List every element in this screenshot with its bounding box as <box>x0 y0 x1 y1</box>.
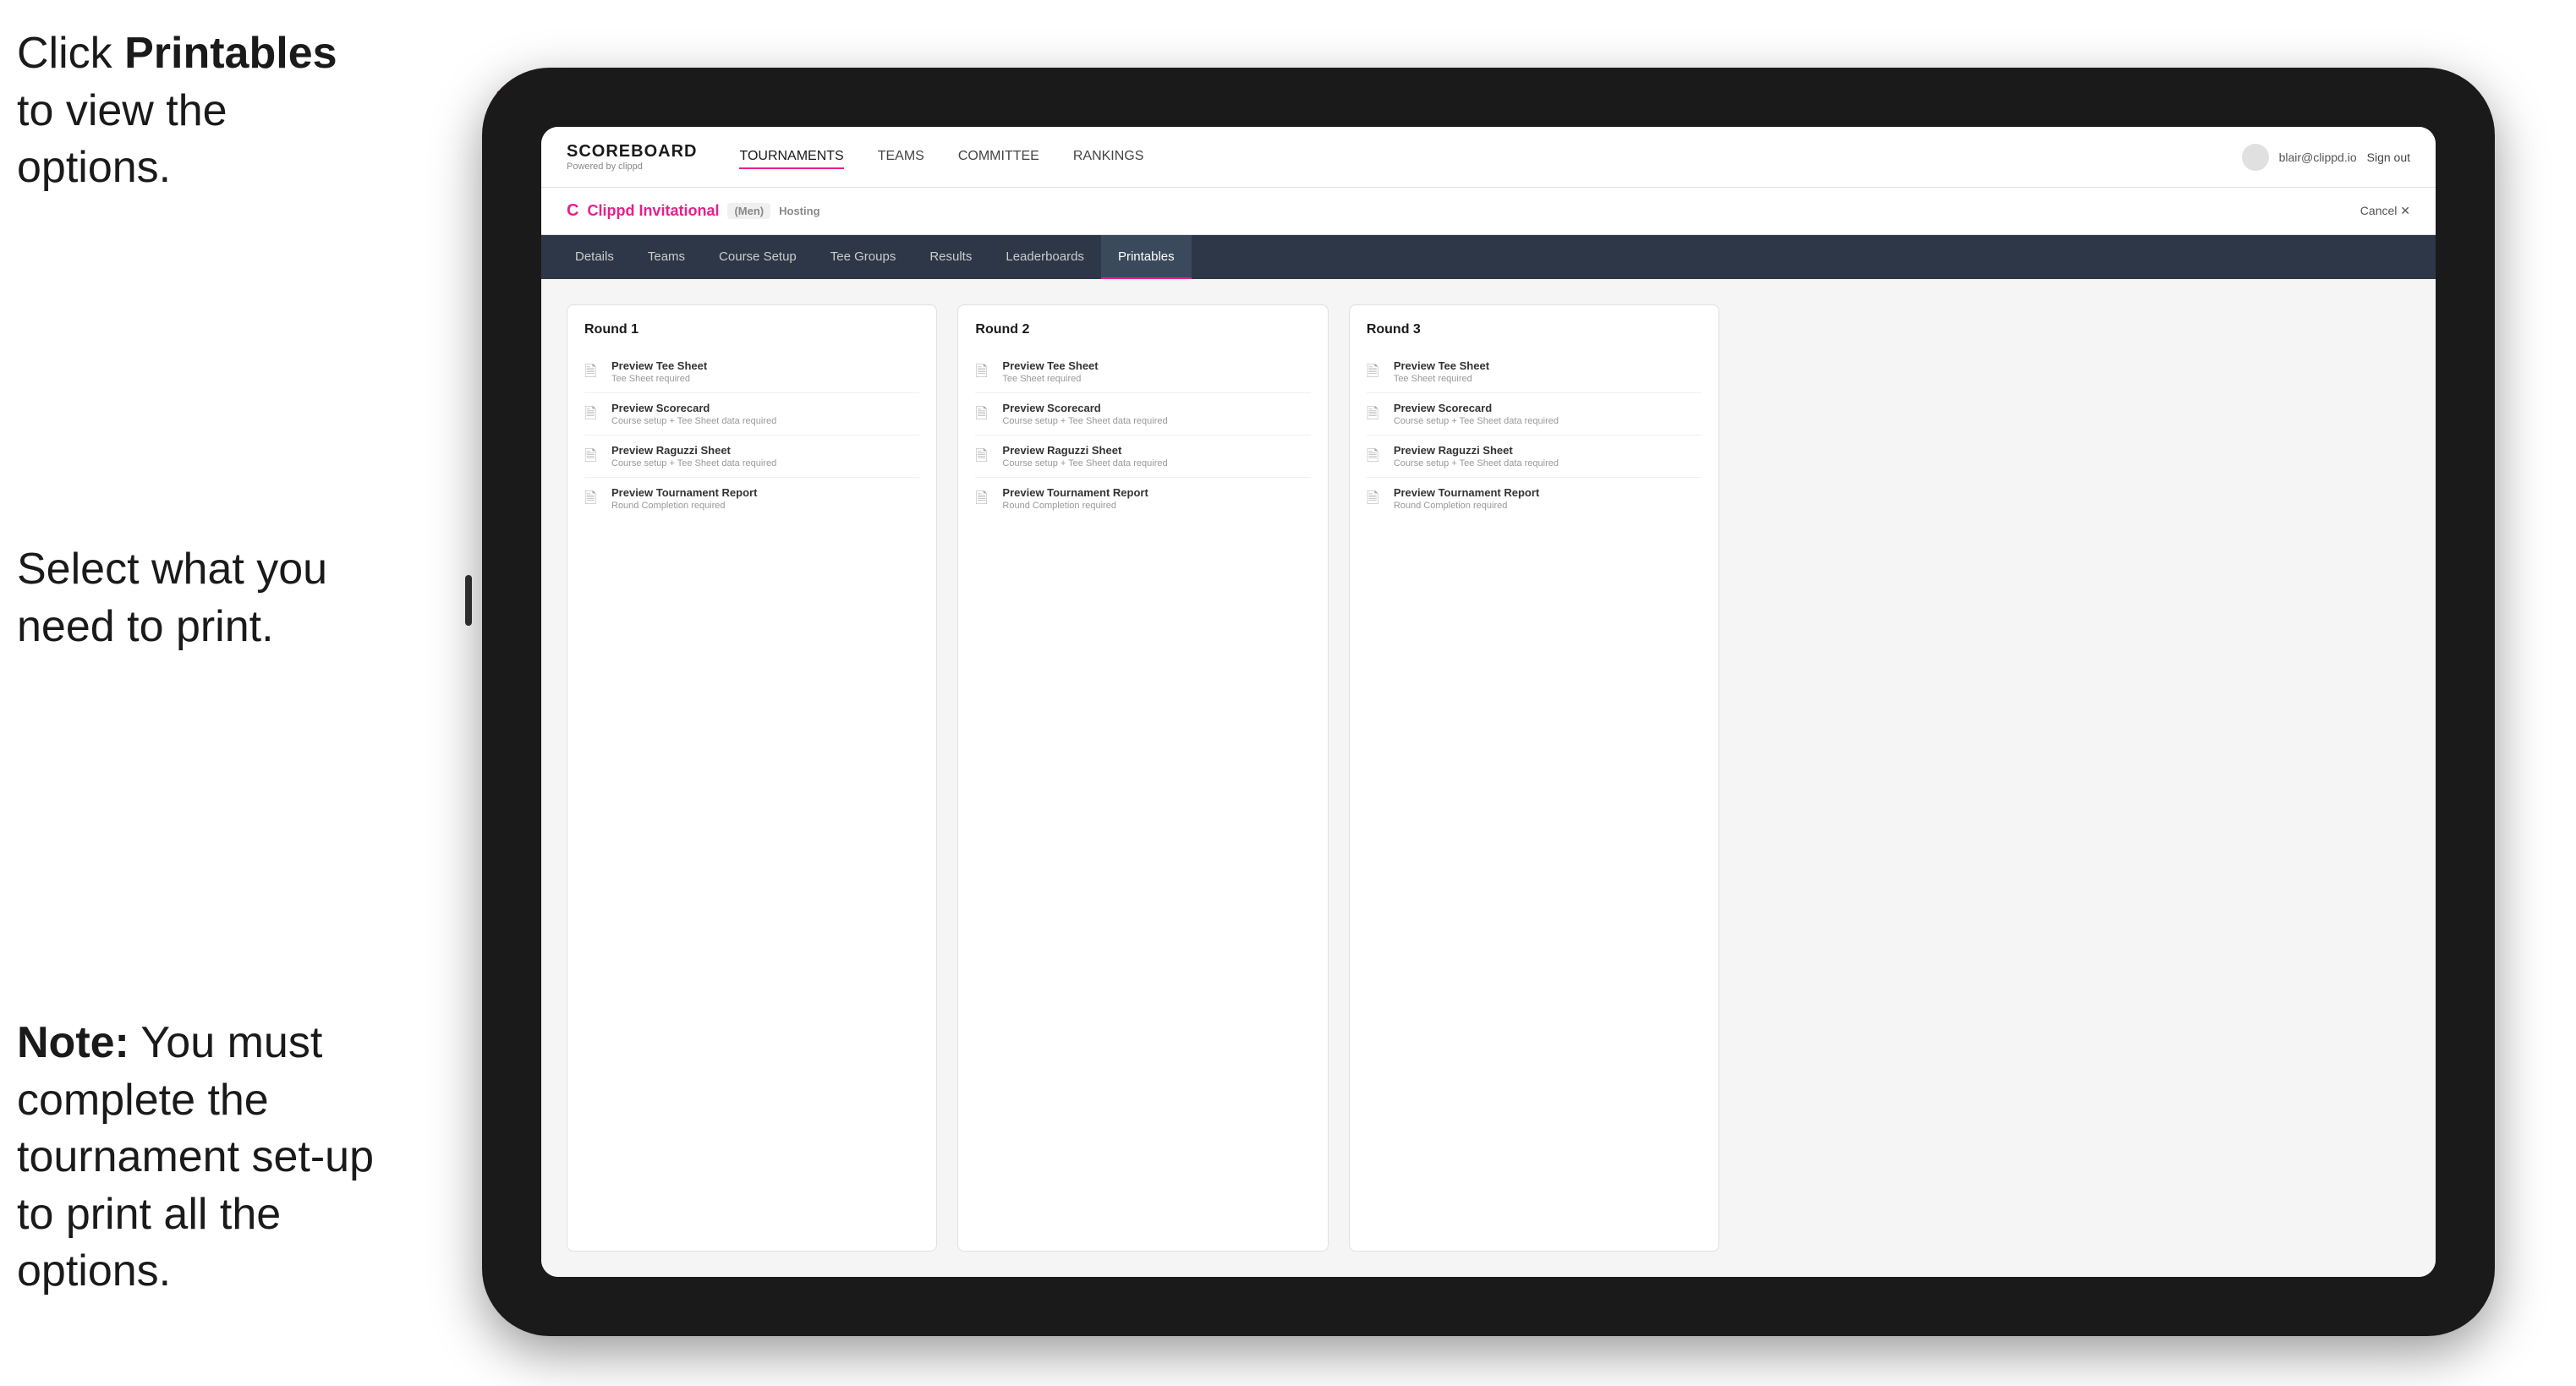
tee-sheet-icon-r3: 🗎 <box>1367 361 1385 380</box>
division-badge: (Men) <box>727 203 770 219</box>
round-1-title: Round 1 <box>584 322 919 337</box>
report-icon-r3: 🗎 <box>1367 488 1385 507</box>
user-email: blair@clippd.io <box>2279 151 2357 164</box>
scorecard-icon-r2: 🗎 <box>975 403 994 422</box>
nav-link-rankings[interactable]: RANKINGS <box>1073 145 1144 169</box>
logo-area: SCOREBOARD Powered by clippd <box>567 142 697 172</box>
nav-links: TOURNAMENTS TEAMS COMMITTEE RANKINGS <box>739 145 2241 169</box>
annotation-middle-text: Select what you need to print. <box>17 545 327 651</box>
raguzzi-icon-r2: 🗎 <box>975 446 994 464</box>
round2-scorecard[interactable]: 🗎 Preview Scorecard Course setup + Tee S… <box>975 393 1310 436</box>
hosting-badge: Hosting <box>779 205 819 217</box>
round2-tournament-report[interactable]: 🗎 Preview Tournament Report Round Comple… <box>975 478 1310 519</box>
logo-title: SCOREBOARD <box>567 142 697 162</box>
round1-scorecard-title: Preview Scorecard <box>611 402 776 414</box>
round1-tee-sheet-title: Preview Tee Sheet <box>611 359 707 372</box>
annotation-top-prefix: Click <box>17 29 124 78</box>
round2-report-title: Preview Tournament Report <box>1002 486 1148 499</box>
round3-scorecard-title: Preview Scorecard <box>1394 402 1559 414</box>
round1-tee-sheet-subtitle: Tee Sheet required <box>611 374 707 384</box>
nav-link-committee[interactable]: COMMITTEE <box>958 145 1039 169</box>
annotation-middle: Select what you need to print. <box>17 541 338 655</box>
round1-tournament-report[interactable]: 🗎 Preview Tournament Report Round Comple… <box>584 478 919 519</box>
sub-header: C Clippd Invitational (Men) Hosting Canc… <box>541 188 2436 235</box>
empty-area <box>1740 304 2410 1252</box>
main-content: Round 1 🗎 Preview Tee Sheet Tee Sheet re… <box>541 279 2436 1277</box>
nav-link-teams[interactable]: TEAMS <box>878 145 924 169</box>
tab-tee-groups[interactable]: Tee Groups <box>814 235 913 279</box>
tab-bar: Details Teams Course Setup Tee Groups Re… <box>541 235 2436 279</box>
round3-report-subtitle: Round Completion required <box>1394 501 1539 511</box>
raguzzi-icon-r3: 🗎 <box>1367 446 1385 464</box>
tab-printables[interactable]: Printables <box>1101 235 1192 279</box>
user-avatar <box>2242 144 2269 171</box>
nav-right: blair@clippd.io Sign out <box>2242 144 2410 171</box>
round1-tee-sheet[interactable]: 🗎 Preview Tee Sheet Tee Sheet required <box>584 351 919 393</box>
sign-out-link[interactable]: Sign out <box>2367 151 2410 164</box>
round2-raguzzi[interactable]: 🗎 Preview Raguzzi Sheet Course setup + T… <box>975 436 1310 478</box>
raguzzi-icon: 🗎 <box>584 446 603 464</box>
round3-scorecard[interactable]: 🗎 Preview Scorecard Course setup + Tee S… <box>1367 393 1702 436</box>
round2-raguzzi-subtitle: Course setup + Tee Sheet data required <box>1002 458 1167 468</box>
round3-raguzzi-subtitle: Course setup + Tee Sheet data required <box>1394 458 1559 468</box>
tab-results[interactable]: Results <box>913 235 989 279</box>
tablet-screen: SCOREBOARD Powered by clippd TOURNAMENTS… <box>541 127 2436 1277</box>
tee-sheet-icon-r2: 🗎 <box>975 361 994 380</box>
round3-scorecard-subtitle: Course setup + Tee Sheet data required <box>1394 416 1559 426</box>
round2-tee-sheet-subtitle: Tee Sheet required <box>1002 374 1098 384</box>
tablet-side-button <box>465 575 472 626</box>
tab-teams[interactable]: Teams <box>631 235 702 279</box>
round1-report-title: Preview Tournament Report <box>611 486 757 499</box>
top-nav: SCOREBOARD Powered by clippd TOURNAMENTS… <box>541 127 2436 188</box>
tee-sheet-icon: 🗎 <box>584 361 603 380</box>
nav-link-tournaments[interactable]: TOURNAMENTS <box>739 145 843 169</box>
report-icon: 🗎 <box>584 488 603 507</box>
logo-subtitle: Powered by clippd <box>567 162 697 172</box>
round2-raguzzi-title: Preview Raguzzi Sheet <box>1002 444 1167 457</box>
round3-tee-sheet[interactable]: 🗎 Preview Tee Sheet Tee Sheet required <box>1367 351 1702 393</box>
tab-details[interactable]: Details <box>558 235 631 279</box>
round2-tee-sheet-title: Preview Tee Sheet <box>1002 359 1098 372</box>
cancel-button[interactable]: Cancel ✕ <box>2360 204 2410 218</box>
scorecard-icon: 🗎 <box>584 403 603 422</box>
tournament-title: Clippd Invitational <box>587 202 719 220</box>
scorecard-icon-r3: 🗎 <box>1367 403 1385 422</box>
round1-raguzzi[interactable]: 🗎 Preview Raguzzi Sheet Course setup + T… <box>584 436 919 478</box>
round3-raguzzi-title: Preview Raguzzi Sheet <box>1394 444 1559 457</box>
tab-course-setup[interactable]: Course Setup <box>702 235 814 279</box>
tournament-icon: C <box>567 201 578 221</box>
round2-report-subtitle: Round Completion required <box>1002 501 1148 511</box>
annotation-bottom-bold: Note: <box>17 1018 129 1067</box>
round2-scorecard-title: Preview Scorecard <box>1002 402 1167 414</box>
round2-scorecard-subtitle: Course setup + Tee Sheet data required <box>1002 416 1167 426</box>
round1-report-subtitle: Round Completion required <box>611 501 757 511</box>
round3-tournament-report[interactable]: 🗎 Preview Tournament Report Round Comple… <box>1367 478 1702 519</box>
tournament-name: C Clippd Invitational (Men) Hosting <box>567 201 820 221</box>
round-2-title: Round 2 <box>975 322 1310 337</box>
round1-scorecard[interactable]: 🗎 Preview Scorecard Course setup + Tee S… <box>584 393 919 436</box>
round3-tee-sheet-title: Preview Tee Sheet <box>1394 359 1489 372</box>
round-1-column: Round 1 🗎 Preview Tee Sheet Tee Sheet re… <box>567 304 937 1252</box>
round1-scorecard-subtitle: Course setup + Tee Sheet data required <box>611 416 776 426</box>
tablet: SCOREBOARD Powered by clippd TOURNAMENTS… <box>482 68 2495 1336</box>
annotation-bottom: Note: You must complete the tournament s… <box>17 1015 406 1301</box>
round1-raguzzi-title: Preview Raguzzi Sheet <box>611 444 776 457</box>
round3-report-title: Preview Tournament Report <box>1394 486 1539 499</box>
round-3-title: Round 3 <box>1367 322 1702 337</box>
annotation-top: Click Printables to view the options. <box>17 25 338 197</box>
round2-tee-sheet[interactable]: 🗎 Preview Tee Sheet Tee Sheet required <box>975 351 1310 393</box>
annotation-top-suffix: to view the options. <box>17 86 227 193</box>
tab-leaderboards[interactable]: Leaderboards <box>989 235 1101 279</box>
annotation-top-bold: Printables <box>124 29 337 78</box>
round3-raguzzi[interactable]: 🗎 Preview Raguzzi Sheet Course setup + T… <box>1367 436 1702 478</box>
round1-raguzzi-subtitle: Course setup + Tee Sheet data required <box>611 458 776 468</box>
round-3-column: Round 3 🗎 Preview Tee Sheet Tee Sheet re… <box>1349 304 1719 1252</box>
report-icon-r2: 🗎 <box>975 488 994 507</box>
round-2-column: Round 2 🗎 Preview Tee Sheet Tee Sheet re… <box>957 304 1328 1252</box>
round3-tee-sheet-subtitle: Tee Sheet required <box>1394 374 1489 384</box>
